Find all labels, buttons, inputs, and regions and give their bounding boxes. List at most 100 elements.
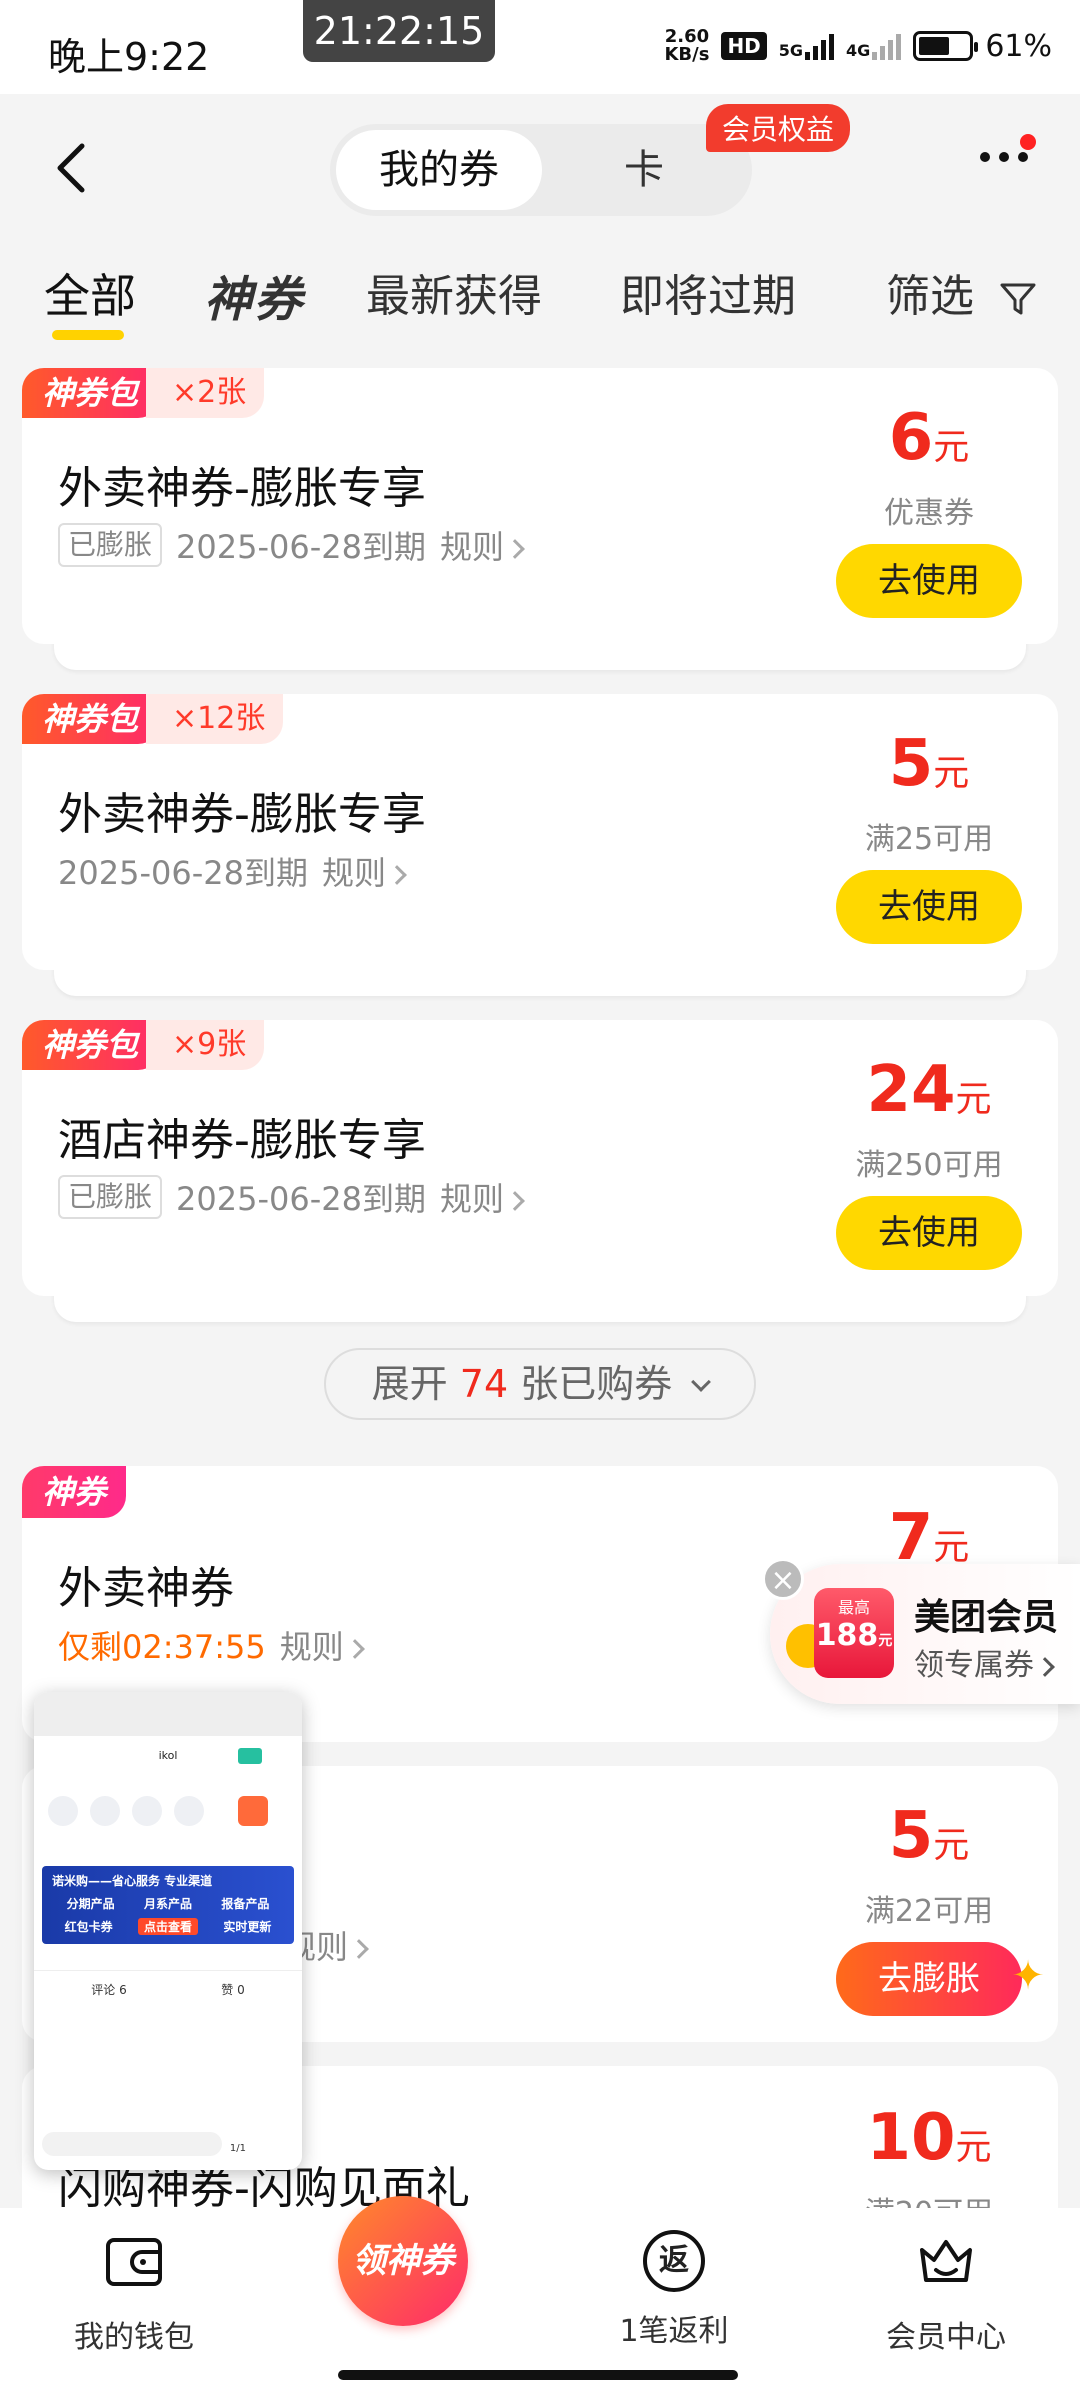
battery-percent: 61% <box>985 28 1052 64</box>
tab-all[interactable]: 全部 <box>44 260 136 326</box>
pack-count: ×12张 <box>146 694 284 744</box>
coupon-condition: 优惠券 <box>884 496 974 531</box>
member-promo-popup[interactable]: 最高 188元 美团会员 领专属券 <box>770 1564 1080 1704</box>
nav-wallet-label: 我的钱包 <box>74 2320 194 2355</box>
nav-member-center[interactable]: 会员中心 <box>846 2208 1046 2356</box>
mini-comment-input <box>42 2132 222 2156</box>
chevron-right-icon <box>505 539 525 559</box>
rebate-icon: 返 <box>643 2230 705 2292</box>
coupon-pack-card[interactable]: 神券包 ×2张 外卖神券-膨胀专享 已膨胀 2025-06-28到期 规则 6元… <box>22 368 1058 670</box>
mini-header: ikol <box>34 1736 302 1776</box>
member-title: 美团会员 <box>914 1597 1059 1638</box>
chevron-right-icon <box>387 865 407 885</box>
use-coupon-button[interactable]: 去使用 <box>836 544 1022 618</box>
sparkle-icon: ✦ <box>1011 1953 1045 1999</box>
mini-username: ikol <box>158 1749 178 1762</box>
nav-member-label: 会员中心 <box>886 2320 1006 2355</box>
tab-newest[interactable]: 最新获得 <box>366 260 542 324</box>
wallet-icon <box>106 2238 162 2286</box>
expand-count: 74 <box>459 1362 509 1406</box>
icon-top-label: 最高 <box>837 1598 870 1617</box>
inflated-tag: 已膨胀 <box>58 1175 163 1219</box>
coupon-condition: 满25可用 <box>864 822 994 857</box>
segment-my-coupons[interactable]: 我的券 <box>336 130 542 210</box>
pack-tag: 神券包 ×12张 <box>22 694 284 744</box>
more-icon[interactable] <box>980 152 1028 162</box>
rule-link[interactable]: 规则 <box>280 1622 365 1668</box>
icon-amount: 188元 <box>815 1618 893 1653</box>
mini-page: 1/1 <box>229 2143 246 2154</box>
shen-tag: 神券 <box>22 1466 127 1518</box>
rule-link[interactable]: 规则 <box>440 1174 525 1220</box>
mini-ad-banner: 诺米购——省心服务 专业渠道 分期产品 月系产品 报备产品 红包卡券 点击查看 … <box>42 1866 294 1944</box>
floating-mini-window[interactable]: ikol 诺米购——省心服务 专业渠道 分期产品 月系产品 报备产品 红包卡券 … <box>34 1692 302 2170</box>
net-speed: 2.60 KB/s <box>664 28 709 64</box>
banner-cta: 点击查看 <box>137 1918 198 1935</box>
nav-rebate[interactable]: 返 1笔返利 <box>574 2208 774 2350</box>
follow-button <box>238 1748 262 1764</box>
coupon-value: 5元 满22可用 去膨胀 ✦ <box>836 1800 1045 2016</box>
coupon-condition: 满22可用 <box>864 1894 994 1929</box>
coupon-amount: 10元 <box>866 2101 992 2175</box>
coupon-amount: 6元 <box>888 401 970 475</box>
coupon-pack-card[interactable]: 神券包 ×9张 酒店神券-膨胀专享 已膨胀 2025-06-28到期 规则 24… <box>22 1020 1058 1322</box>
tab-active-indicator <box>52 330 124 340</box>
chevron-right-icon <box>1035 1656 1055 1677</box>
chevron-down-icon <box>691 1372 712 1392</box>
nav-rebate-label: 1笔返利 <box>619 2314 729 2349</box>
vip-benefits-badge[interactable]: 会员权益 <box>706 104 851 152</box>
back-arrow-icon[interactable] <box>44 138 104 198</box>
pack-count: ×9张 <box>146 1020 265 1070</box>
coupon-meta: 已膨胀 2025-06-28到期 规则 <box>58 522 525 568</box>
coupon-title: 酒店神券-膨胀专享 <box>58 1115 426 1166</box>
use-coupon-button[interactable]: 去使用 <box>836 1196 1022 1270</box>
home-indicator <box>338 2370 738 2380</box>
tab-shen-coupons[interactable]: 神券 <box>204 260 304 330</box>
coupon-expiry: 2025-06-28到期 <box>176 528 426 566</box>
chevron-right-icon <box>344 1639 365 1659</box>
status-time: 晚上9:22 <box>48 35 210 79</box>
filter-tabs: 全部 神券 最新获得 即将过期 筛选 <box>0 244 1080 364</box>
tab-expiring[interactable]: 即将过期 <box>620 260 796 324</box>
status-indicators: 2.60 KB/s HD 5G 4G 61% <box>664 28 1052 64</box>
crown-basket-icon <box>920 2240 972 2282</box>
signal-5g-label: 5G <box>778 41 804 60</box>
inflate-coupon-button[interactable]: 去膨胀 ✦ <box>836 1942 1045 2016</box>
expand-purchased-button[interactable]: 展开 74 张已购券 <box>324 1348 756 1420</box>
coupon-meta: 2025-06-28到期 规则 <box>58 848 407 894</box>
hd-icon: HD <box>721 32 767 60</box>
coupon-meta: 已膨胀 2025-06-28到期 规则 <box>58 1174 525 1220</box>
signal-4g-icon: 4G <box>846 32 902 60</box>
use-coupon-button[interactable]: 去使用 <box>836 870 1022 944</box>
coupon-title: 外卖神券 <box>58 1563 234 1614</box>
member-subtitle: 领专属券 <box>914 1640 1055 1684</box>
coupon-value: 6元 优惠券 去使用 <box>836 402 1022 618</box>
mini-window-handle[interactable] <box>34 1692 302 1736</box>
chevron-right-icon <box>349 1939 369 1959</box>
filter-icon <box>1000 283 1036 315</box>
pack-label: 神券包 <box>22 1020 161 1070</box>
status-clock-overlay: 21:22:15 <box>303 0 495 62</box>
header: 我的券 卡 会员权益 <box>0 94 1080 244</box>
coupon-condition: 满250可用 <box>855 1148 1003 1183</box>
coupon-meta: 仅剩02:37:55 规则 <box>58 1622 365 1668</box>
coupon-pack-card[interactable]: 神券包 ×12张 外卖神券-膨胀专享 2025-06-28到期 规则 5元 满2… <box>22 694 1058 996</box>
coupon-expiry: 2025-06-28到期 <box>176 1180 426 1218</box>
pack-label: 神券包 <box>22 694 161 744</box>
pack-tag: 神券包 ×2张 <box>22 368 265 418</box>
tab-filter[interactable]: 筛选 <box>886 260 1038 324</box>
member-coupon-icon: 最高 188元 <box>814 1588 894 1678</box>
coupon-expiry: 2025-06-28到期 <box>58 854 308 892</box>
rule-link[interactable]: 规则 <box>440 522 525 568</box>
nav-wallet[interactable]: 我的钱包 <box>34 2208 234 2356</box>
rule-link[interactable]: 规则 <box>322 848 407 894</box>
filter-label: 筛选 <box>886 271 974 322</box>
get-shen-coupon-button[interactable]: 领神券 <box>338 2196 468 2326</box>
pack-label: 神券包 <box>22 368 161 418</box>
coupon-title: 外卖神券-膨胀专享 <box>58 789 426 840</box>
inflated-tag: 已膨胀 <box>58 523 163 567</box>
segment-control: 我的券 卡 <box>330 124 752 216</box>
expand-suffix: 张已购券 <box>520 1362 673 1406</box>
chevron-right-icon <box>505 1191 525 1211</box>
close-icon[interactable]: × <box>762 1558 804 1600</box>
